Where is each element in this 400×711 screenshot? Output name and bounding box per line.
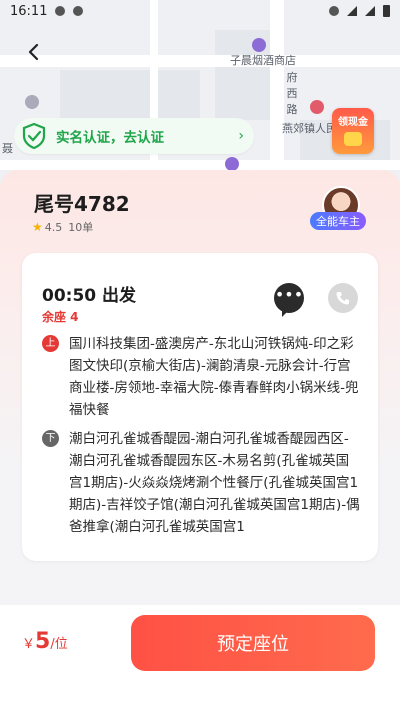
map-label-town: 燕郊镇人民 [282,122,337,135]
verify-text: 实名认证，去认证 [56,130,164,146]
chat-button[interactable]: ••• [274,283,304,317]
dropoff-tag: 下 [42,430,59,447]
signal-icon [365,6,375,16]
map-poi-icon [310,100,324,114]
book-seat-button[interactable]: 预定座位 [131,615,375,671]
chevron-left-icon [28,43,39,61]
location-icon [329,6,339,16]
trip-card: 00:50 出发 余座 4 ••• 上 国川科技集团-盛澳房产-东北山河铁锅炖-… [22,253,378,561]
rating-value: 4.5 [44,220,63,234]
shield-icon [18,120,50,152]
pickup-stop: 上 国川科技集团-盛澳房产-东北山河铁锅炖-印之彩图文快印(京榆大街店)-澜韵清… [42,333,362,421]
dropoff-address: 潮白河孔雀城香醍园-潮白河孔雀城香醍园西区-潮白河孔雀城香醍园东区-木易名剪(孔… [69,431,360,535]
price: ￥5/位 [22,629,68,654]
seats-left: 余座 4 [42,310,79,324]
notification-icon [55,6,66,16]
status-time: 16:11 [10,3,48,19]
chevron-right-icon: › [238,128,244,144]
battery-icon [383,5,390,17]
driver-rating: ★ 4.5 10单 [32,219,93,235]
cash-reward-label: 领现金 [338,117,368,128]
price-value: 5 [35,629,51,654]
map-label-shop: 子晨烟酒商店 [230,54,296,67]
wifi-icon [347,6,357,16]
cash-reward-badge[interactable]: 领现金 [332,108,374,154]
call-button[interactable] [328,283,358,313]
map-poi-icon [25,95,39,109]
phone-icon [336,292,349,305]
status-bar: 16:11 [0,0,400,22]
pickup-tag: 上 [42,335,59,352]
identity-verify-banner[interactable]: 实名认证，去认证 › [14,118,254,154]
currency-symbol: ￥ [22,637,36,652]
dropoff-stop: 下 潮白河孔雀城香醍园-潮白河孔雀城香醍园西区-潮白河孔雀城香醍园东区-木易名剪… [42,428,362,538]
order-count: 10单 [68,221,94,234]
back-button[interactable] [22,40,46,64]
map-poi-icon [225,157,239,171]
depart-time: 00:50 出发 [42,286,137,306]
pickup-address: 国川科技集团-盛澳房产-东北山河铁锅炖-印之彩图文快印(京榆大街店)-澜韵清泉-… [69,336,359,418]
map-label-edge: 聂 [2,142,13,155]
star-icon: ★ [32,220,43,234]
driver-name: 尾号4782 [34,192,130,216]
map-label-road: 府西路 [286,71,298,116]
driver-badge: 全能车主 [310,212,366,230]
price-unit: /位 [50,637,68,652]
notification-icon [73,6,84,16]
map-poi-icon [252,38,266,52]
coin-icon [344,132,362,146]
chat-bubble-icon: ••• [274,285,304,304]
